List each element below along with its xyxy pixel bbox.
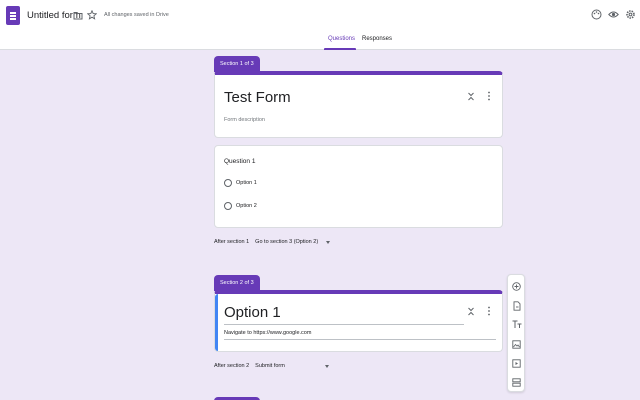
section-1-title[interactable]: Test Form: [224, 89, 291, 106]
option-row[interactable]: Option 2: [224, 202, 257, 210]
import-questions-icon[interactable]: [511, 300, 522, 311]
section-1-badge: Section 1 of 3: [214, 56, 260, 72]
app-header: Untitled form All changes saved in Drive…: [0, 0, 640, 50]
after-section-label: After section 1: [214, 239, 250, 245]
focus-indicator: [215, 294, 218, 351]
section-more-menu-icon[interactable]: [484, 91, 494, 101]
section-2-description[interactable]: Navigate to https://www.google.com: [224, 330, 311, 336]
section-1-header-card[interactable]: Test Form Form description: [214, 71, 503, 138]
floating-toolbar: [507, 274, 525, 392]
section-2-header-card[interactable]: Option 1 Navigate to https://www.google.…: [214, 290, 503, 352]
question-title[interactable]: Question 1: [224, 158, 255, 165]
radio-icon: [224, 179, 232, 187]
dropdown-caret-icon: [324, 364, 329, 368]
description-underline: [224, 339, 496, 340]
option-label: Option 2: [236, 203, 257, 209]
section-2-badge: Section 2 of 3: [214, 275, 260, 291]
option-row[interactable]: Option 1: [224, 179, 257, 187]
add-question-icon[interactable]: [511, 281, 522, 292]
tab-responses[interactable]: Responses: [362, 36, 392, 42]
tab-bar: Questions Responses: [0, 36, 640, 50]
folder-icon[interactable]: [72, 9, 84, 21]
tab-questions[interactable]: Questions: [328, 36, 355, 42]
section-more-menu-icon[interactable]: [484, 306, 494, 316]
after-section-2-row: After section 2 Submit form: [214, 363, 329, 369]
after-section-label: After section 2: [214, 363, 250, 369]
radio-icon: [224, 202, 232, 210]
after-section-dropdown[interactable]: Go to section 3 (Option 2): [255, 239, 331, 245]
forms-logo-icon[interactable]: [6, 6, 20, 25]
add-image-icon[interactable]: [511, 339, 522, 350]
option-label: Option 1: [236, 180, 257, 186]
after-section-value: Submit form: [255, 363, 285, 369]
after-section-value: Go to section 3 (Option 2): [255, 239, 319, 245]
question-card[interactable]: Question 1 Option 1 Option 2: [214, 145, 503, 228]
palette-icon[interactable]: [590, 8, 602, 20]
star-icon[interactable]: [86, 9, 98, 21]
preview-eye-icon[interactable]: [607, 8, 619, 20]
after-section-1-row: After section 1 Go to section 3 (Option …: [214, 239, 331, 245]
add-video-icon[interactable]: [511, 358, 522, 369]
title-underline: [224, 324, 464, 325]
active-tab-indicator: [324, 48, 356, 50]
section-1-description[interactable]: Form description: [224, 117, 265, 123]
dropdown-caret-icon: [326, 240, 331, 244]
section-2-title[interactable]: Option 1: [224, 304, 281, 321]
add-section-icon[interactable]: [511, 377, 522, 388]
after-section-dropdown[interactable]: Submit form: [255, 363, 329, 369]
collapse-section-icon[interactable]: [466, 91, 476, 101]
add-title-icon[interactable]: [511, 319, 522, 330]
save-status: All changes saved in Drive: [104, 12, 169, 18]
collapse-section-icon[interactable]: [466, 306, 476, 316]
settings-gear-icon[interactable]: [624, 8, 636, 20]
